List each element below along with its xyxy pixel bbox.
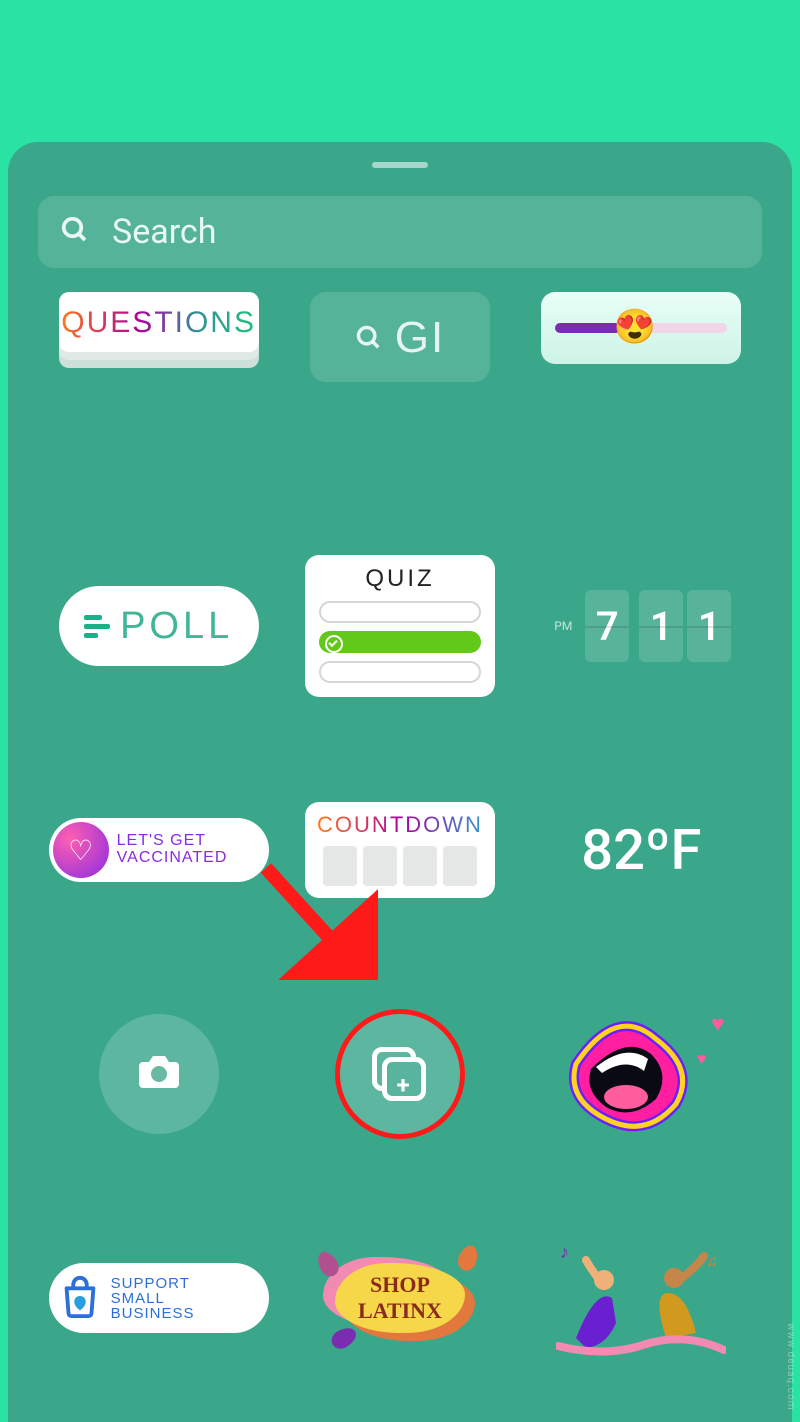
search-icon <box>60 215 90 249</box>
time-digit: 7 <box>585 590 629 662</box>
search-bar[interactable]: Search <box>38 196 762 268</box>
sticker-questions-label: QUESTIONS <box>61 306 256 340</box>
sticker-quiz[interactable]: QUIZ <box>305 555 495 697</box>
sticker-time[interactable]: PM 7 1 1 <box>551 590 731 662</box>
sticker-countdown[interactable]: COUNTDOWN <box>305 802 495 898</box>
sticker-vaccinated-label: LET'S GET VACCINATED <box>117 833 228 867</box>
search-placeholder: Search <box>112 212 216 252</box>
text-line: SMALL <box>111 1291 195 1306</box>
text-line: BUSINESS <box>111 1306 195 1321</box>
sticker-support-small-business[interactable]: SUPPORT SMALL BUSINESS <box>49 1263 269 1333</box>
sticker-drawer-sheet: Search QUESTIONS GI 😍 POLL QUIZ <box>8 142 792 1422</box>
slider-fill <box>555 323 620 333</box>
svg-text:♪: ♪ <box>560 1242 569 1263</box>
temperature-value: 82ºF <box>581 817 701 883</box>
watermark: www.deuaq.com <box>785 1323 796 1411</box>
sticker-quiz-label: QUIZ <box>319 565 481 593</box>
camera-button[interactable] <box>99 1014 219 1134</box>
sticker-gif-label: GI <box>395 313 445 363</box>
heart-icon: ♥ <box>711 1011 724 1037</box>
sticker-emoji-slider[interactable]: 😍 <box>541 292 741 364</box>
heart-icon: ♥ <box>697 1049 707 1069</box>
sticker-vaccinated[interactable]: ♡ LET'S GET VACCINATED <box>49 818 269 882</box>
time-digit: 1 <box>687 590 731 662</box>
sticker-support-label: SUPPORT SMALL BUSINESS <box>111 1276 195 1321</box>
sticker-dance[interactable]: ♪ ♫ <box>556 1238 726 1358</box>
text-line: LET'S GET <box>117 833 228 850</box>
sticker-poll[interactable]: POLL <box>59 586 259 666</box>
time-pm-label: PM <box>551 619 575 633</box>
add-photo-sticker-button[interactable]: + <box>340 1014 460 1134</box>
sticker-shop-latinx-label: SHOP LATINX <box>358 1272 442 1324</box>
text-line: SHOP <box>358 1272 442 1298</box>
text-line: VACCINATED <box>117 850 228 867</box>
sticker-temperature[interactable]: 82ºF <box>581 817 701 883</box>
camera-icon <box>135 1048 183 1100</box>
add-photo-icon: + <box>372 1047 427 1102</box>
poll-icon <box>84 615 110 638</box>
time-digit: 1 <box>639 590 683 662</box>
svg-text:♫: ♫ <box>706 1251 718 1270</box>
shopping-bag-icon <box>57 1273 103 1323</box>
sticker-shop-latinx[interactable]: SHOP LATINX <box>315 1243 485 1353</box>
quiz-option <box>319 601 481 623</box>
text-line: LATINX <box>358 1298 442 1324</box>
drag-handle[interactable] <box>372 162 428 168</box>
sticker-poll-label: POLL <box>120 605 233 648</box>
sticker-gif-search[interactable]: GI <box>310 292 490 382</box>
sticker-grid: QUESTIONS GI 😍 POLL QUIZ PM 7 <box>38 292 762 1422</box>
sticker-questions[interactable]: QUESTIONS <box>59 292 259 352</box>
countdown-blocks <box>317 846 483 886</box>
heart-badge-icon: ♡ <box>53 822 109 878</box>
sticker-mouth[interactable]: ♥ ♥ <box>556 1009 726 1139</box>
text-line: SUPPORT <box>111 1276 195 1291</box>
heart-eyes-emoji-icon: 😍 <box>614 307 656 347</box>
quiz-option-selected <box>319 631 481 653</box>
slider-track: 😍 <box>555 323 727 333</box>
quiz-option <box>319 661 481 683</box>
sticker-countdown-label: COUNTDOWN <box>317 812 483 838</box>
